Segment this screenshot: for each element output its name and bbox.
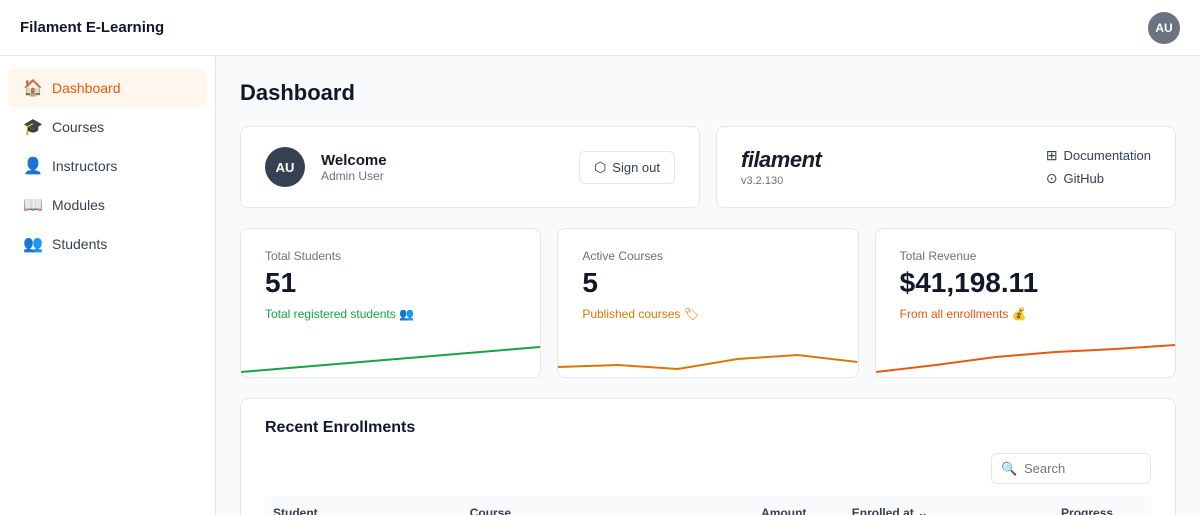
stat-value-revenue: $41,198.11 — [900, 267, 1151, 299]
welcome-heading: Welcome — [321, 152, 387, 169]
sidebar-label-courses: Courses — [52, 119, 104, 135]
github-label: GitHub — [1064, 171, 1104, 186]
stat-link-revenue[interactable]: From all enrollments 💰 — [900, 307, 1151, 321]
col-course: Course — [462, 496, 753, 515]
sidebar-label-instructors: Instructors — [52, 158, 117, 174]
sidebar-item-students[interactable]: 👥 Students — [8, 225, 207, 263]
page-title: Dashboard — [240, 80, 1176, 106]
top-header: Filament E-Learning AU — [0, 0, 1200, 56]
search-icon: 🔍 — [1001, 461, 1017, 477]
sort-icon: ⌄ — [918, 506, 928, 515]
main-content: Dashboard AU Welcome Admin User ⬡ Sign o… — [216, 56, 1200, 515]
sidebar: 🏠 Dashboard 🎓 Courses 👤 Instructors 📖 Mo… — [0, 56, 216, 515]
sidebar-item-instructors[interactable]: 👤 Instructors — [8, 147, 207, 185]
user-avatar-header[interactable]: AU — [1148, 12, 1180, 44]
col-student: Student — [265, 496, 462, 515]
sign-out-icon: ⬡ — [594, 159, 606, 176]
welcome-subtext: Admin User — [321, 169, 387, 183]
stat-link-students[interactable]: Total registered students 👥 — [265, 307, 516, 321]
stat-label-revenue: Total Revenue — [900, 249, 1151, 263]
app-title: Filament E-Learning — [20, 19, 164, 36]
github-link[interactable]: ⊙ GitHub — [1046, 170, 1151, 187]
table-header-row: Student Course Amount Enrolled at ⌄ Prog… — [265, 496, 1151, 515]
col-enrolled-at[interactable]: Enrolled at ⌄ — [844, 496, 1053, 515]
stat-chart-revenue — [876, 337, 1175, 377]
stat-link-courses[interactable]: Published courses 🏷 — [582, 307, 833, 321]
sidebar-label-modules: Modules — [52, 197, 105, 213]
sidebar-item-courses[interactable]: 🎓 Courses — [8, 108, 207, 146]
documentation-label: Documentation — [1064, 148, 1151, 163]
stat-value-students: 51 — [265, 267, 516, 299]
github-icon: ⊙ — [1046, 170, 1058, 187]
search-bar: 🔍 — [265, 453, 1151, 484]
sidebar-label-students: Students — [52, 236, 107, 252]
sidebar-item-dashboard[interactable]: 🏠 Dashboard — [8, 69, 207, 107]
filament-card: filament v3.2.130 ⊞ Documentation ⊙ GitH… — [716, 126, 1176, 208]
documentation-link[interactable]: ⊞ Documentation — [1046, 147, 1151, 164]
modules-icon: 📖 — [24, 196, 42, 214]
stat-chart-students — [241, 337, 540, 377]
enrollments-title: Recent Enrollments — [265, 419, 1151, 437]
documentation-icon: ⊞ — [1046, 147, 1058, 164]
filament-logo: filament — [741, 147, 821, 173]
filament-logo-area: filament v3.2.130 — [741, 147, 821, 187]
stat-chart-courses — [558, 337, 857, 377]
table-header: Student Course Amount Enrolled at ⌄ Prog… — [265, 496, 1151, 515]
filament-links: ⊞ Documentation ⊙ GitHub — [1046, 147, 1151, 187]
sidebar-item-modules[interactable]: 📖 Modules — [8, 186, 207, 224]
stat-card-courses: Active Courses 5 Published courses 🏷 — [557, 228, 858, 378]
sign-out-button[interactable]: ⬡ Sign out — [579, 151, 675, 184]
col-progress: Progress — [1053, 496, 1151, 515]
stat-label-courses: Active Courses — [582, 249, 833, 263]
filament-version: v3.2.130 — [741, 175, 821, 187]
home-icon: 🏠 — [24, 79, 42, 97]
main-layout: 🏠 Dashboard 🎓 Courses 👤 Instructors 📖 Mo… — [0, 56, 1200, 515]
stat-label-students: Total Students — [265, 249, 516, 263]
welcome-avatar: AU — [265, 147, 305, 187]
stat-card-revenue: Total Revenue $41,198.11 From all enroll… — [875, 228, 1176, 378]
sign-out-label: Sign out — [612, 160, 660, 175]
enrollments-section: Recent Enrollments 🔍 Student Course Amou… — [240, 398, 1176, 515]
welcome-card: AU Welcome Admin User ⬡ Sign out — [240, 126, 700, 208]
enrollments-table: Student Course Amount Enrolled at ⌄ Prog… — [265, 496, 1151, 515]
sidebar-label-dashboard: Dashboard — [52, 80, 121, 96]
welcome-row: AU Welcome Admin User ⬡ Sign out filamen… — [240, 126, 1176, 208]
instructors-icon: 👤 — [24, 157, 42, 175]
stats-row: Total Students 51 Total registered stude… — [240, 228, 1176, 378]
stat-card-students: Total Students 51 Total registered stude… — [240, 228, 541, 378]
search-input-wrap: 🔍 — [991, 453, 1151, 484]
col-amount: Amount — [753, 496, 844, 515]
stat-value-courses: 5 — [582, 267, 833, 299]
courses-icon: 🎓 — [24, 118, 42, 136]
welcome-text: Welcome Admin User — [321, 152, 387, 183]
students-icon: 👥 — [24, 235, 42, 253]
